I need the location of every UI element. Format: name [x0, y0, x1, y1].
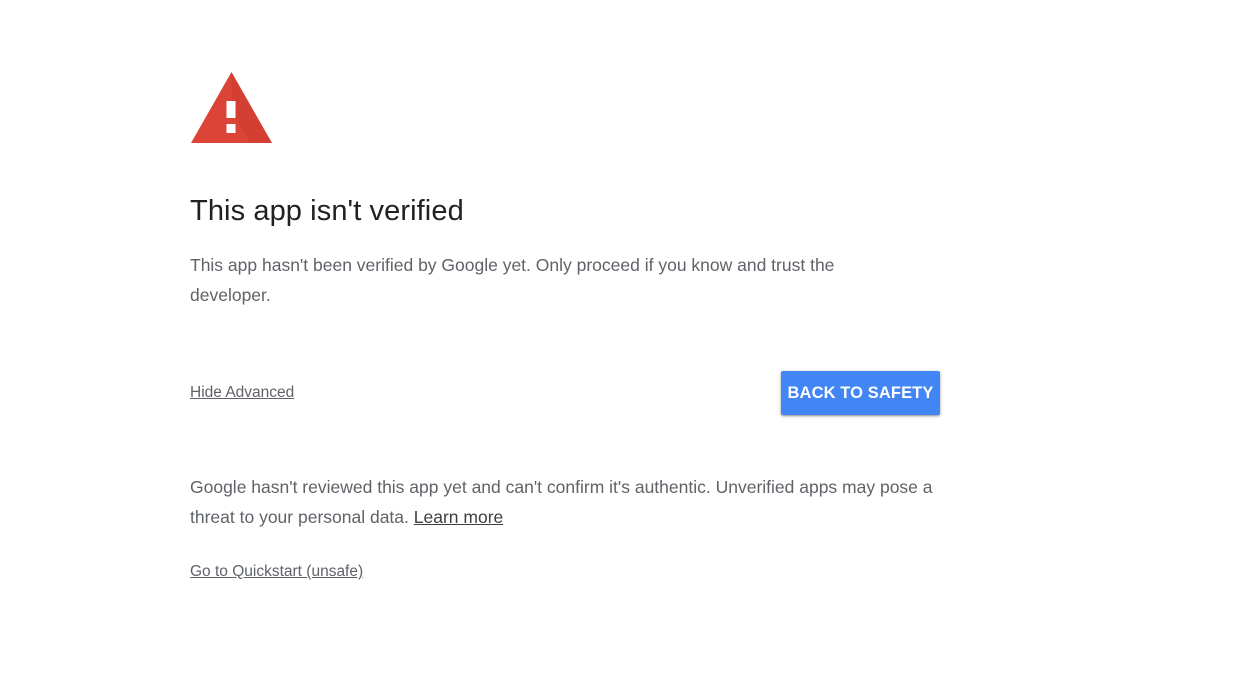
warning-triangle-icon — [191, 72, 272, 143]
learn-more-link[interactable]: Learn more — [414, 507, 504, 527]
page-title: This app isn't verified — [190, 195, 464, 227]
back-to-safety-button[interactable]: BACK TO SAFETY — [781, 371, 940, 415]
go-to-app-unsafe-link[interactable]: Go to Quickstart (unsafe) — [190, 561, 363, 583]
advanced-details: Google hasn't reviewed this app yet and … — [190, 472, 950, 532]
advanced-details-text: Google hasn't reviewed this app yet and … — [190, 477, 933, 527]
unverified-app-page: This app isn't verified This app hasn't … — [0, 0, 1238, 676]
hide-advanced-link[interactable]: Hide Advanced — [190, 382, 294, 404]
warning-description: This app hasn't been verified by Google … — [190, 255, 835, 305]
